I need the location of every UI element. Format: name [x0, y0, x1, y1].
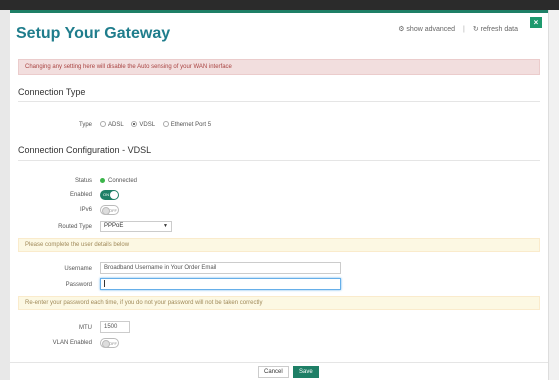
- refresh-icon: ↻: [472, 26, 479, 33]
- chevron-down-icon: ▼: [163, 223, 168, 229]
- radio-circle: [162, 121, 169, 128]
- connection-type-heading: Connection Type: [18, 87, 86, 97]
- header-separator: |: [463, 26, 465, 33]
- mtu-input[interactable]: 1500: [100, 321, 130, 333]
- status-text: Connected: [108, 178, 138, 184]
- routed-type-value: PPPoE: [104, 223, 124, 229]
- cancel-button[interactable]: Cancel: [258, 366, 289, 378]
- routed-type-row: Routed Type PPPoE ▼: [18, 221, 540, 233]
- password-label: Password: [65, 282, 92, 288]
- ipv6-row: IPv6 OFF: [18, 204, 540, 216]
- refresh-data-label: refresh data: [480, 26, 518, 33]
- header-links: ⚙ show advanced | ↻ refresh data: [398, 25, 518, 33]
- radio-vdsl[interactable]: VDSL: [131, 121, 156, 128]
- ipv6-label: IPv6: [79, 207, 92, 213]
- username-label: Username: [64, 266, 92, 272]
- password-note: Re-enter your password each time, if you…: [18, 296, 540, 310]
- mtu-row: MTU 1500: [18, 321, 540, 334]
- user-details-note: Please complete the user details below: [18, 238, 540, 252]
- show-advanced-link[interactable]: ⚙ show advanced: [398, 25, 455, 33]
- divider: [18, 160, 540, 161]
- radio-ethernet-port-5[interactable]: Ethernet Port 5: [162, 121, 212, 128]
- vlan-enabled-toggle[interactable]: OFF: [100, 338, 119, 348]
- vlan-enabled-label: VLAN Enabled: [52, 340, 92, 346]
- radio-circle: [100, 121, 106, 128]
- mtu-label: MTU: [79, 325, 92, 331]
- top-bar: [0, 0, 559, 10]
- modal-footer: Cancel Save: [10, 362, 548, 380]
- modal-header: Setup Your Gateway ⚙ show advanced | ↻ r…: [10, 13, 548, 53]
- ipv6-toggle[interactable]: OFF: [100, 205, 119, 215]
- enabled-label: Enabled: [69, 192, 92, 198]
- type-radio-group: ADSL VDSL Ethernet Port 5: [100, 119, 217, 131]
- connection-config-heading: Connection Configuration - VDSL: [18, 145, 152, 155]
- routed-type-label: Routed Type: [58, 224, 92, 230]
- status-value: Connected: [100, 175, 137, 187]
- settings-icon: ⚙: [398, 26, 405, 33]
- type-row: Type ADSL VDSL Ethernet Port 5: [18, 119, 540, 131]
- vlan-row: VLAN Enabled OFF: [18, 337, 540, 349]
- show-advanced-label: show advanced: [406, 26, 456, 33]
- radio-circle-checked: [131, 121, 138, 128]
- modal-title: Setup Your Gateway: [16, 25, 171, 42]
- routed-type-select[interactable]: PPPoE ▼: [100, 221, 172, 232]
- close-button[interactable]: ×: [530, 17, 542, 28]
- type-label: Type: [78, 122, 92, 128]
- status-dot-icon: [100, 177, 105, 183]
- enabled-toggle[interactable]: ON: [100, 190, 119, 200]
- status-label: Status: [74, 178, 92, 184]
- save-button[interactable]: Save: [293, 366, 319, 378]
- divider: [18, 101, 540, 102]
- setup-gateway-modal: Setup Your Gateway ⚙ show advanced | ↻ r…: [10, 10, 548, 380]
- background-page: [0, 10, 10, 380]
- enabled-row: Enabled ON: [18, 189, 540, 201]
- wan-warning-alert: Changing any setting here will disable t…: [18, 59, 540, 75]
- radio-label: ADSL: [108, 122, 124, 128]
- radio-adsl[interactable]: ADSL: [100, 121, 124, 128]
- page-scrollbar[interactable]: [548, 10, 559, 380]
- text-cursor: [104, 279, 105, 287]
- status-row: Status Connected: [18, 175, 540, 187]
- radio-label: Ethernet Port 5: [170, 122, 212, 128]
- password-input[interactable]: [100, 278, 341, 290]
- username-input[interactable]: Broadband Username in Your Order Email: [100, 262, 341, 274]
- username-row: Username Broadband Username in Your Orde…: [18, 262, 540, 275]
- password-row: Password: [18, 278, 540, 291]
- refresh-data-link[interactable]: ↻ refresh data: [473, 25, 518, 33]
- radio-label: VDSL: [139, 122, 156, 128]
